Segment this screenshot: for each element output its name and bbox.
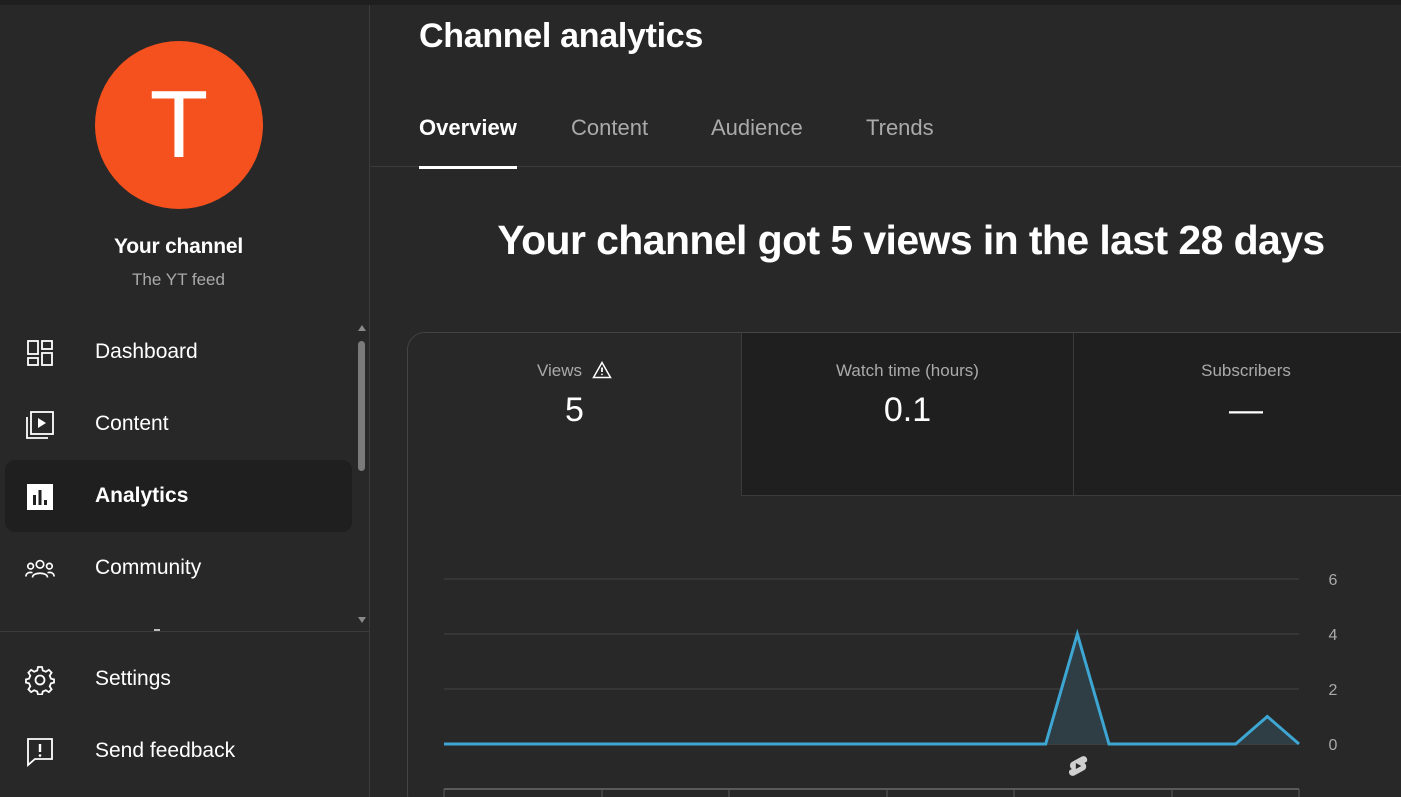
gear-icon xyxy=(25,665,55,695)
sidebar-item-send-feedback[interactable]: Send feedback xyxy=(5,715,352,787)
sidebar-item-dashboard[interactable]: Dashboard xyxy=(5,316,352,388)
app-window: T Your channel The YT feed Dashboard Con… xyxy=(0,0,1401,797)
sidebar-item-community[interactable]: Community xyxy=(5,532,352,604)
sidebar-item-label: Settings xyxy=(95,667,171,690)
y-tick-label: 0 xyxy=(1329,737,1338,754)
tab-content[interactable]: Content xyxy=(571,115,648,167)
sidebar-item-label: Send feedback xyxy=(95,739,236,762)
sidebar-item-content[interactable]: Content xyxy=(5,388,352,460)
sidebar-scrollbar[interactable] xyxy=(356,323,368,625)
summary-headline: Your channel got 5 views in the last 28 … xyxy=(497,217,1325,263)
analytics-tabs: Overview Content Audience Trends xyxy=(371,101,1401,169)
channel-handle: The YT feed xyxy=(132,270,225,289)
analytics-icon xyxy=(25,482,55,512)
tab-overview[interactable]: Overview xyxy=(419,115,517,169)
tab-trends[interactable]: Trends xyxy=(866,115,934,167)
divider xyxy=(0,631,369,632)
dashboard-icon xyxy=(25,338,55,368)
community-icon xyxy=(25,554,55,584)
main-content: Channel analytics Overview Content Audie… xyxy=(371,5,1401,797)
sidebar: T Your channel The YT feed Dashboard Con… xyxy=(0,5,370,797)
sidebar-item-label: Content xyxy=(95,412,169,435)
avatar[interactable]: T xyxy=(95,41,263,209)
page-title: Channel analytics xyxy=(419,17,703,55)
sidebar-item-label: Dashboard xyxy=(95,340,198,363)
sidebar-item-label: Community xyxy=(95,556,202,579)
views-chart[interactable]: 6 4 2 0 xyxy=(408,333,1401,797)
sidebar-item-label: Analytics xyxy=(95,484,189,507)
y-tick-label: 2 xyxy=(1329,682,1338,699)
scroll-up-icon[interactable] xyxy=(358,325,366,331)
scroll-down-icon[interactable] xyxy=(358,617,366,623)
feedback-icon xyxy=(25,737,55,767)
content-icon xyxy=(25,410,55,440)
analytics-card: Views 5 Watch time (hours) 0.1 Subscribe… xyxy=(407,332,1401,797)
y-tick-label: 4 xyxy=(1329,627,1338,644)
tab-audience[interactable]: Audience xyxy=(711,115,803,167)
sidebar-item-analytics[interactable]: Analytics xyxy=(5,460,352,532)
channel-name[interactable]: Your channel xyxy=(0,235,357,259)
y-tick-label: 6 xyxy=(1329,572,1338,589)
scrollbar-thumb[interactable] xyxy=(358,341,365,471)
shorts-icon[interactable] xyxy=(1068,756,1088,776)
sidebar-item-settings[interactable]: Settings xyxy=(5,643,352,715)
